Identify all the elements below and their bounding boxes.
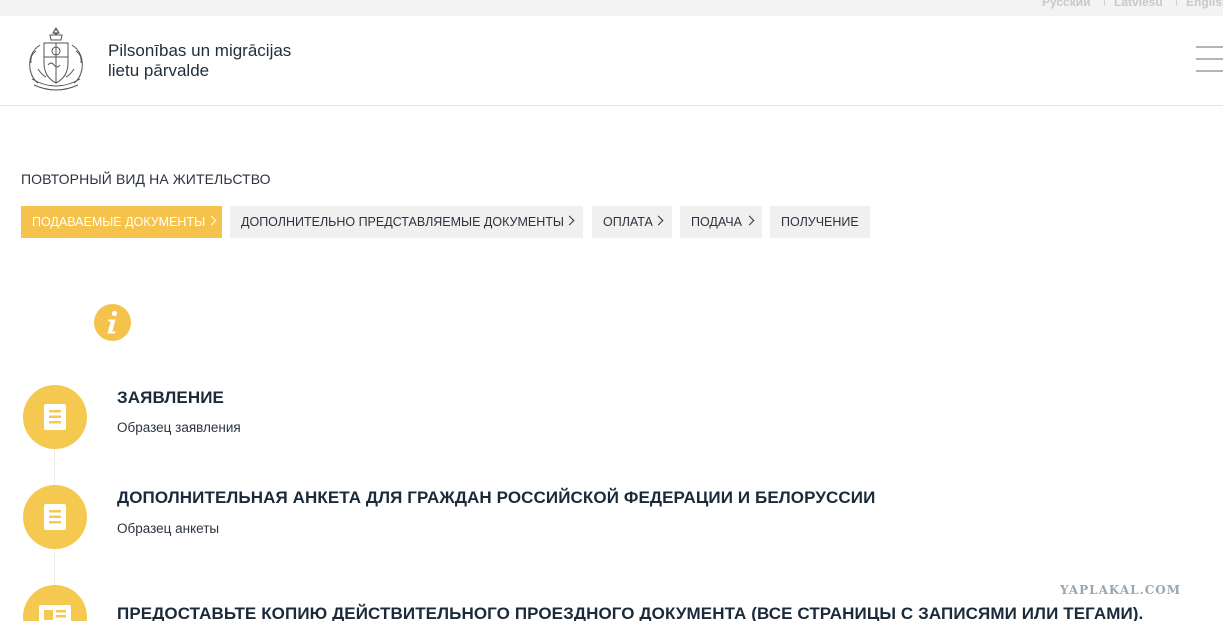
document-title[interactable]: ЗАЯВЛЕНИЕ — [117, 388, 224, 408]
tab-label: ОПЛАТА — [603, 215, 653, 229]
tab-label: ПОЛУЧЕНИЕ — [781, 215, 859, 229]
org-name[interactable]: Pilsonības un migrācijas lietu pārvalde — [108, 41, 291, 81]
chevron-right-icon — [653, 215, 664, 226]
language-bar: Русский Latviešu English — [0, 0, 1223, 16]
site-header: Pilsonības un migrācijas lietu pārvalde — [0, 16, 1223, 106]
org-name-line2: lietu pārvalde — [108, 61, 210, 80]
document-icon — [23, 385, 87, 449]
document-icon — [23, 485, 87, 549]
id-card-icon — [23, 585, 87, 621]
tab-receipt[interactable]: ПОЛУЧЕНИЕ — [770, 206, 870, 238]
chevron-right-icon — [744, 215, 755, 226]
watermark: YAPLAKAL.COM — [1060, 583, 1182, 597]
sample-link[interactable]: Образец анкеты — [117, 521, 219, 536]
coat-of-arms-logo[interactable] — [20, 25, 92, 97]
tab-label: ПОДАВАЕМЫЕ ДОКУМЕНТЫ — [32, 215, 206, 229]
chevron-right-icon — [564, 215, 575, 226]
tab-label: ДОПОЛНИТЕЛЬНО ПРЕДСТАВЛЯЕМЫЕ ДОКУМЕНТЫ — [241, 215, 564, 229]
sample-link[interactable]: Образец заявления — [117, 420, 241, 435]
lang-russian-link[interactable]: Русский — [1042, 0, 1091, 9]
tab-label: ПОДАЧА — [691, 215, 742, 229]
document-title[interactable]: ПРЕДОСТАВЬТЕ КОПИЮ ДЕЙСТВИТЕЛЬНОГО ПРОЕЗ… — [117, 604, 1143, 621]
document-title[interactable]: ДОПОЛНИТЕЛЬНАЯ АНКЕТА ДЛЯ ГРАЖДАН РОССИЙ… — [117, 488, 875, 508]
info-icon[interactable] — [94, 304, 131, 341]
divider — [1104, 0, 1105, 6]
tab-additional-documents[interactable]: ДОПОЛНИТЕЛЬНО ПРЕДСТАВЛЯЕМЫЕ ДОКУМЕНТЫ — [230, 206, 583, 238]
tab-submitted-documents[interactable]: ПОДАВАЕМЫЕ ДОКУМЕНТЫ — [21, 206, 222, 238]
hamburger-menu-icon[interactable] — [1196, 46, 1223, 72]
tab-payment[interactable]: ОПЛАТА — [592, 206, 672, 238]
chevron-right-icon — [206, 215, 217, 226]
org-name-line1: Pilsonības un migrācijas — [108, 41, 292, 60]
tab-submission[interactable]: ПОДАЧА — [680, 206, 762, 238]
lang-latvian-link[interactable]: Latviešu — [1114, 0, 1163, 9]
lang-english-link[interactable]: English — [1186, 0, 1223, 9]
page-title: ПОВТОРНЫЙ ВИД НА ЖИТЕЛЬСТВО — [21, 171, 271, 187]
divider — [1176, 0, 1177, 6]
